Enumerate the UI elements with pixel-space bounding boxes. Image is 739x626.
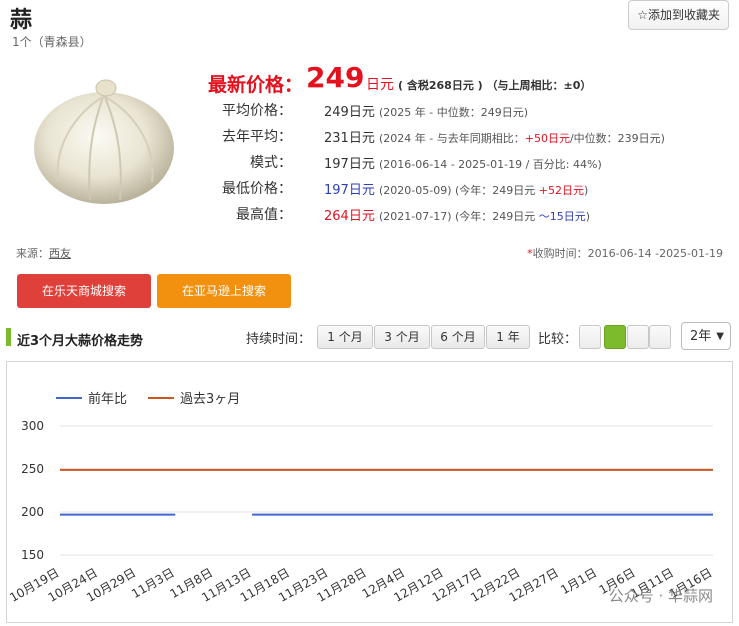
- stat-number: 197: [324, 157, 349, 172]
- duration-6-months-button[interactable]: 6 个月: [431, 325, 485, 349]
- watermark: 公众号 · 华蒜网: [608, 587, 713, 605]
- legend-label: 過去3ヶ月: [180, 392, 240, 407]
- latest-price-unit: 日元: [366, 77, 394, 93]
- search-amazon-button[interactable]: 在亚马逊上搜索: [157, 274, 291, 308]
- stat-unit: 日元: [348, 131, 375, 146]
- compare-option-2[interactable]: [604, 325, 626, 349]
- stat-detail-pre: (2021-07-17) (今年：249日元: [378, 210, 539, 223]
- stat-detail-post: ): [585, 210, 591, 223]
- stat-unit: 日元: [348, 209, 375, 224]
- stat-detail-post: /中位数：239日元): [569, 132, 665, 145]
- stat-number: 197: [324, 183, 349, 198]
- stat-value-average: 249日元 (2025 年 - 中位数：249日元): [324, 101, 528, 120]
- stat-label-lowest: 最低价格：: [222, 181, 292, 197]
- stat-value-last-year: 231日元 (2024 年 - 与去年同期相比：+50日元/中位数：239日元): [324, 127, 665, 146]
- section-title: 近3个月大蒜价格走势: [17, 334, 144, 349]
- stat-value-highest: 264日元 (2021-07-17) (今年：249日元 ～15日元): [324, 205, 590, 224]
- stat-detail: (2016-06-14 - 2025-01-19 / 百分比: 44%): [378, 158, 602, 171]
- latest-price-label: 最新价格：: [208, 74, 304, 96]
- stat-detail: (2025 年 - 中位数：249日元): [378, 106, 529, 119]
- legend-label: 前年比: [88, 391, 127, 407]
- stat-label-mode: 模式：: [250, 155, 292, 171]
- stat-unit: 日元: [348, 183, 375, 198]
- stat-label-average: 平均价格：: [222, 103, 292, 119]
- stat-detail: (2024 年 - 与去年同期相比：+50日元/中位数：239日元): [379, 132, 665, 145]
- latest-price-note: ( 含税268日元 ) （与上周相比：±0）: [398, 79, 592, 92]
- duration-1-month-button[interactable]: 1 个月: [317, 325, 373, 349]
- stat-value-mode: 197日元 (2016-06-14 - 2025-01-19 / 百分比: 44…: [324, 153, 602, 172]
- stat-label-highest: 最高值：: [236, 207, 292, 223]
- garlic-image: [34, 79, 174, 204]
- stat-detail-highlight: +52日元: [538, 184, 584, 197]
- source-link[interactable]: 西友: [49, 247, 71, 260]
- compare-option-4[interactable]: [649, 325, 671, 349]
- stat-value-lowest: 197日元 (2020-05-09) (今年：249日元 +52日元): [324, 179, 588, 198]
- search-rakuten-button[interactable]: 在乐天商城搜索: [17, 274, 151, 308]
- source-label: 来源：: [16, 247, 49, 260]
- section-accent-bar: [6, 328, 11, 346]
- stat-detail-highlight: ～15日元: [538, 210, 586, 223]
- compare-option-3[interactable]: [627, 325, 649, 349]
- x-tick-label: 11月3日: [129, 565, 177, 601]
- stat-unit: 日元: [348, 105, 375, 120]
- y-tick-label: 150: [21, 548, 44, 562]
- y-tick-label: 200: [21, 505, 44, 519]
- latest-price-value: 249: [306, 61, 365, 94]
- compare-option-1[interactable]: [579, 325, 601, 349]
- stat-detail: (2021-07-17) (今年：249日元 ～15日元): [379, 210, 590, 223]
- period-select-value: 2年: [690, 329, 712, 344]
- collection-period: *收购时间：2016-06-14 -2025-01-19: [527, 245, 723, 261]
- duration-label: 持续时间：: [246, 332, 312, 347]
- stat-number: 231: [324, 131, 349, 146]
- product-subtitle: 1个（青森县）: [12, 35, 92, 49]
- stat-detail-pre: (2020-05-09) (今年：249日元: [378, 184, 539, 197]
- compare-label: 比较：: [538, 332, 578, 347]
- stat-number: 264: [324, 209, 349, 224]
- stat-detail-pre: (2024 年 - 与去年同期相比：: [378, 132, 525, 145]
- stat-detail-highlight: +50日元: [524, 132, 570, 145]
- source-info: 来源：西友: [16, 245, 71, 261]
- stat-label-last-year: 去年平均：: [222, 129, 292, 145]
- duration-1-year-button[interactable]: 1 年: [486, 325, 530, 349]
- add-to-favorites-button[interactable]: ☆添加到收藏夹: [628, 0, 729, 30]
- x-tick-label: 1月1日: [558, 565, 599, 597]
- price-trend-chart: 15020025030010月19日10月24日10月29日11月3日11月8日…: [7, 391, 714, 605]
- stat-detail-post: ): [584, 184, 589, 197]
- stat-number: 249: [324, 105, 349, 120]
- product-title: 蒜: [10, 8, 33, 33]
- period-select[interactable]: 2年 ▼: [681, 322, 731, 350]
- duration-3-months-button[interactable]: 3 个月: [374, 325, 430, 349]
- period-text: 收购时间：2016-06-14 -2025-01-19: [532, 247, 723, 260]
- stat-unit: 日元: [348, 157, 375, 172]
- y-tick-label: 300: [21, 419, 44, 433]
- chevron-down-icon: ▼: [716, 331, 724, 342]
- stat-detail: (2020-05-09) (今年：249日元 +52日元): [379, 184, 588, 197]
- y-tick-label: 250: [21, 462, 44, 476]
